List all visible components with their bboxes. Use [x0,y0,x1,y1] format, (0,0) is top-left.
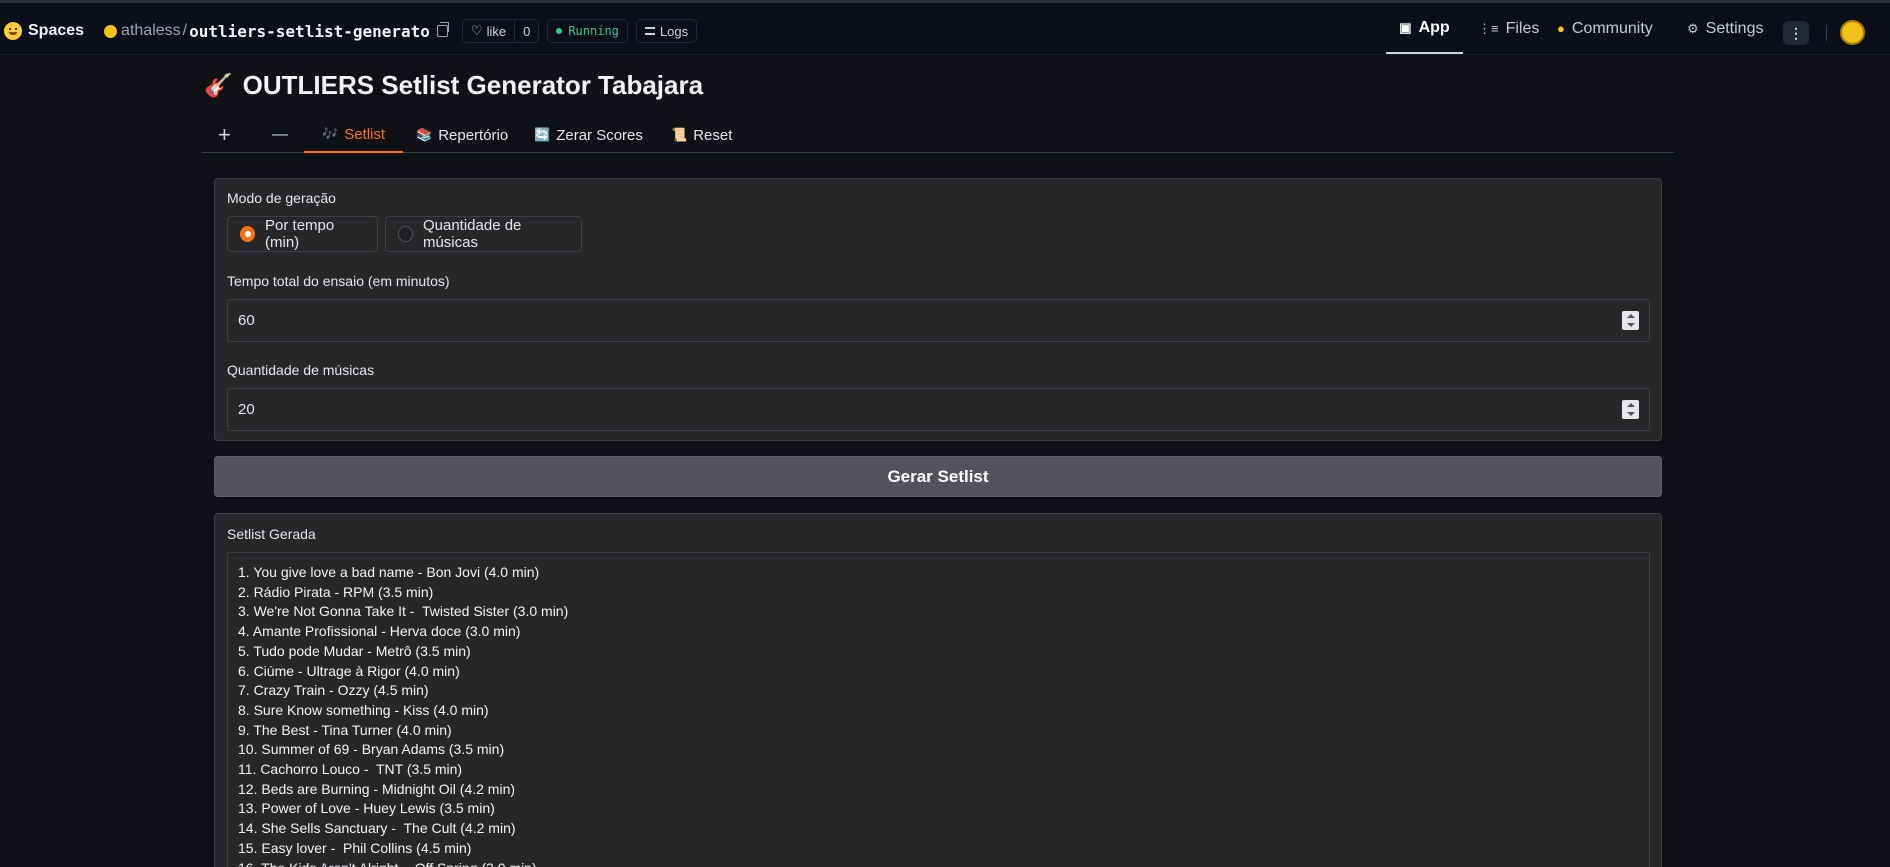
add-tab-button[interactable]: + [218,117,231,153]
tab-files-label: Files [1505,19,1540,37]
tab-setlist-label: Setlist [344,125,386,143]
music-notes-icon: 🎶 [322,126,339,141]
setlist-line: 2. Rádio Pirata - RPM (3.5 min) [238,583,434,600]
like-label: like [486,23,507,39]
heart-icon: ♡ [470,23,483,38]
path-separator: / [182,22,188,39]
minus-icon: — [272,126,288,143]
setlist-line: 11. Cachorro Louco - TNT (3.5 min) [238,761,463,778]
setlist-line: 13. Power of Love - Huey Lewis (3.5 min) [238,800,495,817]
app-tabs: + — 🎶 Setlist 📚 Repertório 🔄 Zerar Score… [202,117,1674,153]
status-dot-icon [556,28,563,34]
tab-settings-label: Settings [1705,19,1764,37]
radio-checked-icon [240,226,256,242]
output-label: Setlist Gerada [227,526,316,542]
tab-repertorio[interactable]: 📚 Repertório [398,117,526,153]
copy-icon[interactable] [436,22,449,37]
nav-divider [1826,25,1827,41]
setlist-line: 12. Beds are Burning - Midnight Oil (4.2… [238,780,516,797]
radio-por-tempo-label: Por tempo (min) [265,217,335,251]
like-count: 0 [523,23,531,39]
tab-app-label: App [1418,18,1450,36]
logs-icon [644,27,655,35]
radio-por-tempo[interactable]: Por tempo (min) [227,216,378,252]
setlist-line: 3. We're Not Gonna Take It - Twisted Sis… [238,603,569,620]
plus-icon: + [218,122,231,147]
status-badge[interactable]: Running [547,19,628,43]
tab-settings[interactable]: ⚙ Settings [1687,3,1763,54]
kebab-icon: ⋮ [1789,24,1803,41]
tab-files[interactable]: ⋮≡ Files [1478,3,1539,54]
time-stepper[interactable] [1622,311,1639,330]
count-label: Quantidade de músicas [227,362,375,378]
logs-button[interactable]: Logs [635,19,698,43]
tab-zerar-scores-label: Zerar Scores [556,126,643,144]
radio-quantidade-label: Quantidade de músicas [422,217,522,251]
cube-icon: ▣ [1399,19,1412,35]
hugging-face-logo-icon[interactable] [4,22,22,40]
time-input-value: 60 [238,312,255,329]
generate-setlist-button[interactable]: Gerar Setlist [214,456,1662,497]
setlist-output-panel: Setlist Gerada 1. You give love a bad na… [214,513,1662,867]
time-label: Tempo total do ensaio (em minutos) [227,273,450,289]
count-input-value: 20 [238,401,255,418]
tab-zerar-scores[interactable]: 🔄 Zerar Scores [516,117,661,153]
count-stepper[interactable] [1622,400,1639,419]
setlist-line: 1. You give love a bad name - Bon Jovi (… [238,564,540,580]
app-container: 🎸 OUTLIERS Setlist Generator Tabajara + … [0,55,1890,867]
radio-quantidade[interactable]: Quantidade de músicas [385,216,582,252]
setlist-line: 5. Tudo pode Mudar - Metrô (3.5 min) [238,642,471,659]
spaces-link[interactable]: Spaces [28,22,84,40]
status-label: Running [568,24,619,38]
tab-reset[interactable]: 📜 Reset [653,117,750,153]
setlist-line: 15. Easy lover - Phil Collins (4.5 min) [238,839,472,856]
files-icon: ⋮≡ [1478,20,1499,36]
setlist-line: 8. Sure Know something - Kiss (4.0 min) [238,701,489,718]
setlist-line: 7. Crazy Train - Ozzy (4.5 min) [238,682,429,699]
tab-setlist[interactable]: 🎶 Setlist [304,117,404,153]
setlist-line: 9. The Best - Tina Turner (4.0 min) [238,721,452,738]
tab-reset-label: Reset [693,126,733,144]
like-button[interactable]: ♡ like 0 [461,19,540,43]
setlist-line: 4. Amante Profissional - Herva doce (3.0… [238,623,521,640]
page-title: 🎸 OUTLIERS Setlist Generator Tabajara [204,69,703,101]
repo-name-link[interactable]: outliers-setlist-generato [189,22,430,41]
refresh-icon: 🔄 [534,127,551,142]
owner-avatar [104,24,118,38]
space-header: Spaces athaless / outliers-setlist-gener… [4,18,705,44]
gear-icon: ⚙ [1687,20,1699,36]
tab-community[interactable]: ● Community [1557,3,1653,54]
logs-label: Logs [659,23,689,39]
tab-community-label: Community [1571,19,1653,37]
setlist-line: 14. She Sells Sanctuary - The Cult (4.2 … [238,820,516,837]
tab-app[interactable]: ▣ App [1386,3,1463,54]
setlist-textarea[interactable]: 1. You give love a bad name - Bon Jovi (… [227,552,1650,867]
top-navbar: Spaces athaless / outliers-setlist-gener… [0,0,1890,55]
time-input[interactable]: 60 [227,299,1650,342]
setlist-line: 6. Ciúme - Ultrage à Rigor (4.0 min) [238,662,460,679]
setlist-line: 10. Summer of 69 - Bryan Adams (3.5 min) [238,741,505,758]
user-avatar[interactable] [1840,20,1865,45]
settings-panel: Modo de geração Por tempo (min) Quantida… [214,178,1662,441]
scroll-icon: 📜 [671,127,688,142]
more-options-button[interactable]: ⋮ [1783,21,1809,45]
tab-repertorio-label: Repertório [438,126,509,144]
mode-label: Modo de geração [227,190,336,206]
community-icon: ● [1557,21,1565,36]
page-title-text: OUTLIERS Setlist Generator Tabajara [242,69,704,100]
books-icon: 📚 [416,127,433,142]
radio-unchecked-icon [398,226,413,242]
remove-tab-button[interactable]: — [272,117,288,153]
owner-link[interactable]: athaless [121,22,181,40]
count-input[interactable]: 20 [227,388,1650,431]
setlist-line: 16. The Kids Aren't Alright - Off Spring… [238,859,1639,867]
guitar-icon: 🎸 [204,71,233,98]
